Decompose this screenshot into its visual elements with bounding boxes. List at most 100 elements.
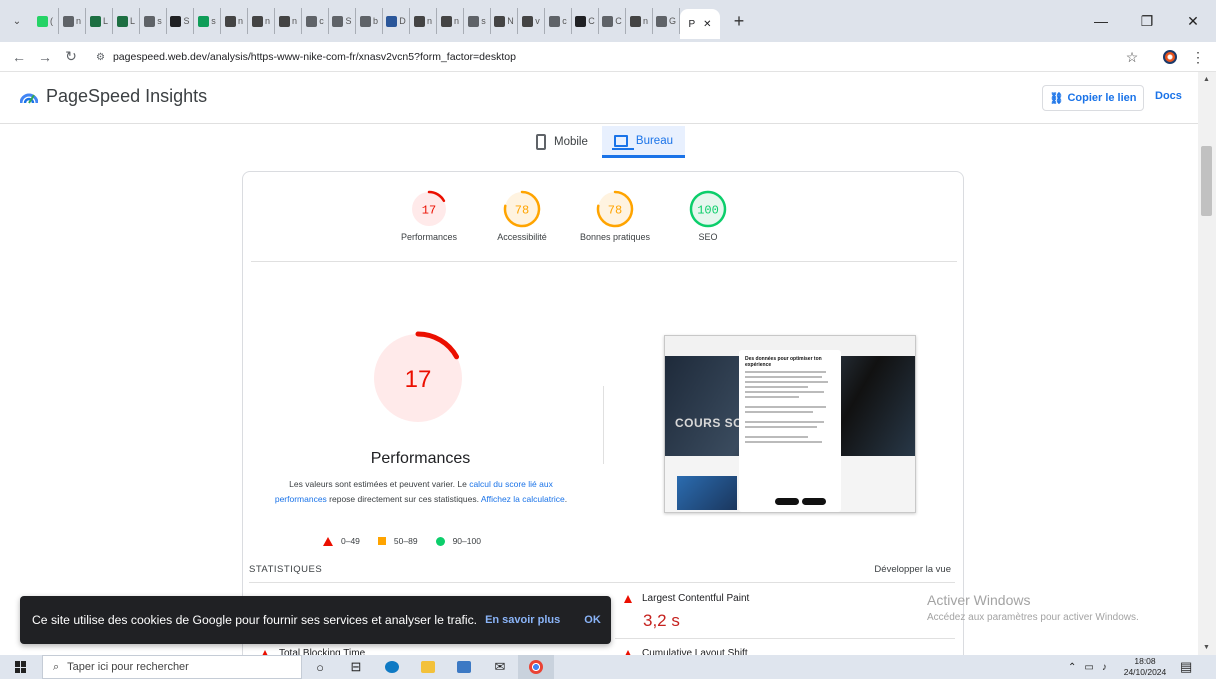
orange-square-icon — [377, 537, 386, 545]
expand-view-button[interactable]: Développer la vue — [874, 564, 951, 575]
browser-tab[interactable]: b — [356, 8, 383, 34]
browser-tab[interactable]: n — [221, 8, 248, 34]
browser-tab[interactable]: n — [59, 8, 86, 34]
scroll-down-icon[interactable]: ▼ — [1203, 644, 1210, 651]
browser-tab-label: v — [535, 16, 540, 26]
browser-tab[interactable]: n — [275, 8, 302, 34]
minimize-icon[interactable]: — — [1078, 0, 1124, 42]
score-value: 78 — [515, 204, 529, 218]
file-explorer-icon[interactable] — [410, 655, 446, 679]
nike-icon — [413, 15, 425, 27]
score-ring: 100 — [689, 190, 727, 228]
browser-tab[interactable]: n — [437, 8, 464, 34]
cookie-ok-button[interactable]: OK — [584, 614, 601, 626]
close-window-icon[interactable]: ✕ — [1170, 0, 1216, 42]
browser-tab[interactable]: ( — [32, 8, 59, 34]
browser-tab[interactable]: s — [140, 8, 167, 34]
reload-icon[interactable]: ↻ — [58, 48, 84, 65]
edge-icon[interactable] — [374, 655, 410, 679]
score-value: 100 — [697, 204, 719, 218]
menu-kebab-icon[interactable]: ⋮ — [1186, 42, 1210, 72]
score-value: 78 — [608, 204, 622, 218]
scroll-thumb[interactable] — [1201, 146, 1212, 216]
calculator-link[interactable]: Affichez la calculatrice — [481, 494, 565, 504]
search-icon — [306, 15, 318, 27]
score-ring: 78 — [503, 190, 541, 228]
browser-tab[interactable]: s — [194, 8, 221, 34]
copy-link-button[interactable]: ⛓ Copier le lien — [1042, 85, 1144, 111]
browser-tab[interactable]: n — [410, 8, 437, 34]
browser-tab[interactable]: C — [572, 8, 599, 34]
bookmark-star-icon[interactable]: ☆ — [1120, 42, 1144, 72]
legend-fail-label: 0–49 — [341, 536, 360, 546]
score-value: 17 — [422, 204, 436, 218]
browser-tab-label: n — [237, 16, 243, 26]
cortana-icon[interactable]: ○ — [302, 655, 338, 679]
extension-icon[interactable] — [1158, 42, 1182, 72]
browser-tab[interactable]: C — [599, 8, 626, 34]
browser-tab[interactable]: v — [518, 8, 545, 34]
score-gauge[interactable]: 78 Bonnes pratiques — [575, 190, 655, 242]
browser-tab-label: L — [102, 16, 108, 26]
score-gauge[interactable]: 100 SEO — [668, 190, 748, 242]
browser-tab[interactable]: S — [167, 8, 194, 34]
browser-tab[interactable]: D — [383, 8, 410, 34]
activate-windows-text: Accédez aux paramètres pour activer Wind… — [927, 612, 1139, 623]
volume-icon[interactable]: ♪ — [1102, 662, 1107, 673]
performance-description: Les valeurs sont estimées et peuvent var… — [273, 477, 569, 507]
score-gauge[interactable]: 78 Accessibilité — [482, 190, 562, 242]
browser-tab[interactable]: S — [329, 8, 356, 34]
docs-link[interactable]: Docs — [1155, 90, 1182, 102]
legend-pass-label: 90–100 — [452, 536, 481, 546]
tray-chevron-icon[interactable]: ⌃ — [1068, 662, 1076, 673]
site-info-icon[interactable]: ⚙ — [96, 52, 105, 63]
task-view-icon[interactable]: ⊟ — [338, 655, 374, 679]
metric-lcp-value: 3,2 s — [643, 611, 680, 630]
taskbar-search[interactable]: ⌕ Taper ici pour rechercher — [42, 655, 302, 679]
browser-tab[interactable]: s — [464, 8, 491, 34]
windows-logo-icon — [15, 661, 27, 673]
forward-icon[interactable]: → — [32, 49, 58, 65]
chrome-icon[interactable] — [518, 655, 554, 679]
browser-tab-label: n — [291, 16, 297, 26]
tab-desktop[interactable]: Bureau — [602, 126, 685, 158]
divider — [615, 638, 955, 639]
network-icon[interactable]: ▭ — [1084, 662, 1093, 673]
start-button[interactable] — [0, 655, 42, 679]
score-label: Bonnes pratiques — [579, 232, 651, 242]
browser-tab[interactable]: n — [248, 8, 275, 34]
new-tab-button[interactable]: + — [726, 11, 752, 32]
score-gauge[interactable]: 17 Performances — [389, 190, 469, 242]
browser-tab[interactable]: G — [653, 8, 680, 34]
browser-tab[interactable]: c — [302, 8, 329, 34]
browser-tab[interactable]: N — [491, 8, 518, 34]
active-tab[interactable]: P ✕ — [680, 9, 720, 39]
browser-tab-label: n — [75, 16, 81, 26]
url-text: pagespeed.web.dev/analysis/https-www-nik… — [112, 51, 516, 63]
learn-more-link[interactable]: En savoir plus — [485, 614, 560, 626]
browser-tab[interactable]: L — [86, 8, 113, 34]
copy-link-label: Copier le lien — [1067, 92, 1137, 104]
cookie-banner: Ce site utilise des cookies de Google po… — [20, 596, 611, 644]
browser-tab[interactable]: c — [545, 8, 572, 34]
store-icon[interactable] — [446, 655, 482, 679]
restore-icon[interactable]: ❐ — [1124, 0, 1170, 42]
browser-tab[interactable]: L — [113, 8, 140, 34]
mail-icon[interactable]: ✉ — [482, 655, 518, 679]
back-icon[interactable]: ← — [6, 49, 32, 65]
notification-icon[interactable]: ▤ — [1180, 659, 1192, 675]
legend-average-label: 50–89 — [393, 536, 418, 546]
close-tab-icon[interactable]: ✕ — [703, 19, 711, 30]
nike-icon — [224, 15, 236, 27]
search-icon — [359, 15, 371, 27]
scroll-up-icon[interactable]: ▲ — [1203, 76, 1210, 83]
address-bar[interactable]: ⚙ pagespeed.web.dev/analysis/https-www-n… — [96, 45, 1146, 69]
tab-mobile[interactable]: Mobile — [524, 126, 600, 158]
browser-tab[interactable]: n — [626, 8, 653, 34]
browser-tab-label: s — [157, 16, 162, 26]
clock[interactable]: 18:08 24/10/2024 — [1122, 656, 1168, 678]
search-icon — [468, 15, 480, 27]
browser-tab-label: ( — [50, 16, 53, 26]
page-scrollbar[interactable]: ▲ ▼ — [1198, 72, 1216, 655]
tab-search-icon[interactable]: ⌄ — [6, 10, 28, 32]
